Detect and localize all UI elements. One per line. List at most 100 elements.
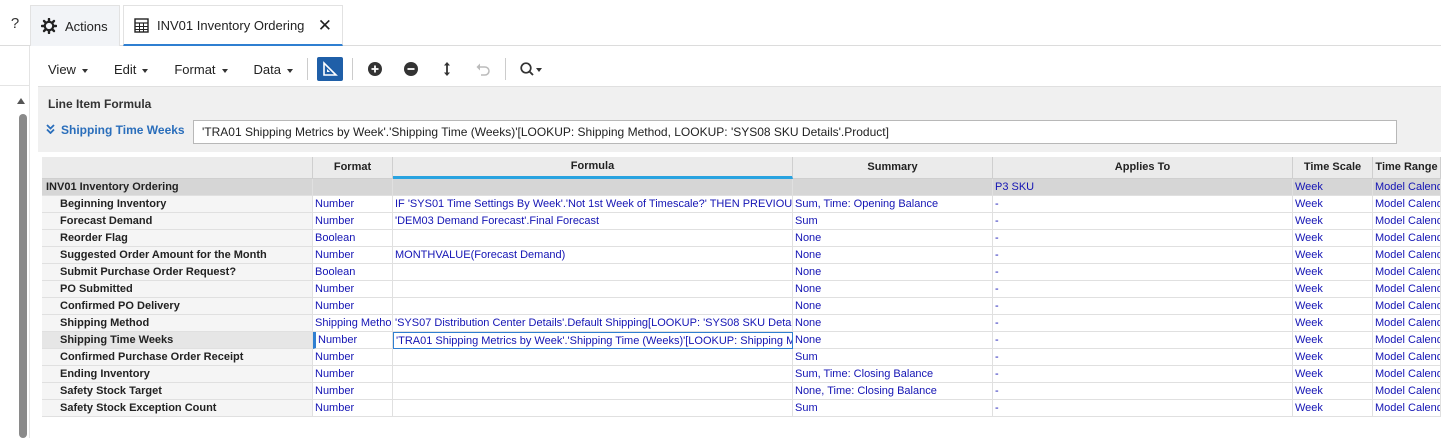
cell-formula[interactable] [393,281,793,298]
move-button[interactable] [434,57,460,81]
table-row[interactable]: Shipping Time Weeks Number 'TRA01 Shipping… [42,332,1441,349]
close-tab-icon[interactable]: ✕ [318,16,332,36]
cell-time-scale[interactable]: Week [1293,247,1373,264]
cell-formula[interactable] [393,230,793,247]
table-row[interactable]: Shipping Method Shipping Method 'SYS07 Dis… [42,315,1441,332]
cell-name[interactable]: Beginning Inventory [42,196,313,213]
cell-name[interactable]: Submit Purchase Order Request? [42,264,313,281]
table-row[interactable]: Safety Stock Target Number None, Time: Clo… [42,383,1441,400]
cell-time-range[interactable]: Model Calendar [1373,332,1441,349]
cell-format[interactable]: Boolean [313,230,393,247]
menu-format[interactable]: Format [174,62,228,77]
cell-summary[interactable]: Sum, Time: Closing Balance [793,366,993,383]
cell-format[interactable]: Number [313,400,393,417]
help-button[interactable]: ? [0,0,30,46]
cell-formula[interactable] [393,298,793,315]
cell-name[interactable]: Safety Stock Target [42,383,313,400]
vertical-scrollbar-thumb[interactable] [19,114,27,438]
cell-formula[interactable]: 'TRA01 Shipping Metrics by Week'.'Shippi… [393,332,793,349]
cell-time-scale[interactable]: Week [1293,281,1373,298]
cell-name[interactable]: Confirmed Purchase Order Receipt [42,349,313,366]
cell-time-scale[interactable]: Week [1293,400,1373,417]
cell-name[interactable]: Confirmed PO Delivery [42,298,313,315]
cell-formula[interactable] [393,400,793,417]
cell-time-scale[interactable]: Week [1293,230,1373,247]
cell-summary[interactable]: Sum [793,400,993,417]
cell-applies-to[interactable]: - [993,332,1293,349]
cell-time-scale[interactable]: Week [1293,264,1373,281]
cell-name[interactable]: Shipping Time Weeks [42,332,313,349]
cell-summary[interactable]: None [793,281,993,298]
cell-format[interactable]: Number [313,383,393,400]
search-button[interactable] [515,57,547,81]
cell-time-range[interactable]: Model Calendar [1373,213,1441,230]
tab-inv01[interactable]: INV01 Inventory Ordering ✕ [123,5,343,46]
cell-name[interactable]: Ending Inventory [42,366,313,383]
cell-time-scale[interactable]: Week [1293,298,1373,315]
scroll-up-icon[interactable] [17,98,25,104]
cell-format[interactable]: Number [313,213,393,230]
group-row[interactable]: INV01 Inventory Ordering P3 SKU Week Model … [42,179,1441,196]
cell-summary[interactable]: Sum [793,213,993,230]
cell-name[interactable]: PO Submitted [42,281,313,298]
line-item-name[interactable]: Shipping Time Weeks [46,123,185,137]
cell-time-range[interactable]: Model Calendar [1373,298,1441,315]
insert-button[interactable] [362,57,388,81]
cell-time-range[interactable]: Model Calendar [1373,383,1441,400]
cell-summary[interactable]: None [793,332,993,349]
cell-time-range[interactable]: Model Calendar [1373,247,1441,264]
cell-summary[interactable]: Sum [793,349,993,366]
header-time-range[interactable]: Time Range [1373,157,1441,179]
cell-time-scale[interactable]: Week [1293,383,1373,400]
cell-name[interactable]: Reorder Flag [42,230,313,247]
cell-summary[interactable] [793,179,993,196]
cell-time-scale[interactable]: Week [1293,332,1373,349]
cell-time-scale[interactable]: Week [1293,315,1373,332]
table-row[interactable]: Suggested Order Amount for the Month Numb… [42,247,1441,264]
cell-applies-to[interactable]: - [993,196,1293,213]
cell-time-range[interactable]: Model Calendar [1373,196,1441,213]
cell-time-range[interactable]: Model Calendar [1373,315,1441,332]
cell-time-range[interactable]: Model Calendar [1373,349,1441,366]
cell-format[interactable]: Number [313,298,393,315]
cell-applies-to[interactable]: - [993,281,1293,298]
cell-summary[interactable]: None [793,247,993,264]
cell-format[interactable]: Number [313,281,393,298]
undo-button[interactable] [470,57,496,81]
header-summary[interactable]: Summary [793,157,993,179]
cell-time-scale[interactable]: Week [1293,196,1373,213]
header-formula[interactable]: Formula [393,157,793,179]
cell-name[interactable]: Safety Stock Exception Count [42,400,313,417]
cell-time-range[interactable]: Model Calendar [1373,400,1441,417]
cell-time-range[interactable]: Model Calendar [1373,179,1441,196]
table-row[interactable]: Confirmed PO Delivery Number None - Week Mode… [42,298,1441,315]
cell-formula[interactable]: 'DEM03 Demand Forecast'.Final Forecast [393,213,793,230]
cell-name[interactable]: Forecast Demand [42,213,313,230]
table-row[interactable]: Beginning Inventory Number IF 'SYS01 Time … [42,196,1441,213]
cell-format[interactable]: Shipping Method [313,315,393,332]
table-row[interactable]: PO SubmittedNumber None-WeekModel Calenda… [42,281,1441,298]
header-format[interactable]: Format [313,157,393,179]
cell-formula[interactable]: IF 'SYS01 Time Settings By Week'.'Not 1s… [393,196,793,213]
blueprint-toggle-button[interactable] [317,57,343,81]
cell-applies-to[interactable]: - [993,213,1293,230]
cell-applies-to[interactable]: - [993,230,1293,247]
cell-applies-to[interactable]: P3 SKU [993,179,1293,196]
cell-formula[interactable] [393,264,793,281]
cell-format[interactable] [313,179,393,196]
cell-format[interactable]: Number [313,349,393,366]
tab-actions[interactable]: Actions [30,5,120,46]
cell-formula[interactable]: MONTHVALUE(Forecast Demand) [393,247,793,264]
cell-applies-to[interactable]: - [993,349,1293,366]
cell-applies-to[interactable]: - [993,315,1293,332]
cell-summary[interactable]: None, Time: Closing Balance [793,383,993,400]
cell-summary[interactable]: None [793,230,993,247]
cell-name[interactable]: Shipping Method [42,315,313,332]
cell-time-range[interactable]: Model Calendar [1373,230,1441,247]
cell-summary[interactable]: Sum, Time: Opening Balance [793,196,993,213]
formula-input[interactable]: 'TRA01 Shipping Metrics by Week'.'Shippi… [193,120,1397,144]
cell-summary[interactable]: None [793,315,993,332]
header-time-scale[interactable]: Time Scale [1293,157,1373,179]
menu-edit[interactable]: Edit [114,62,149,77]
cell-format[interactable]: Number [313,332,393,349]
